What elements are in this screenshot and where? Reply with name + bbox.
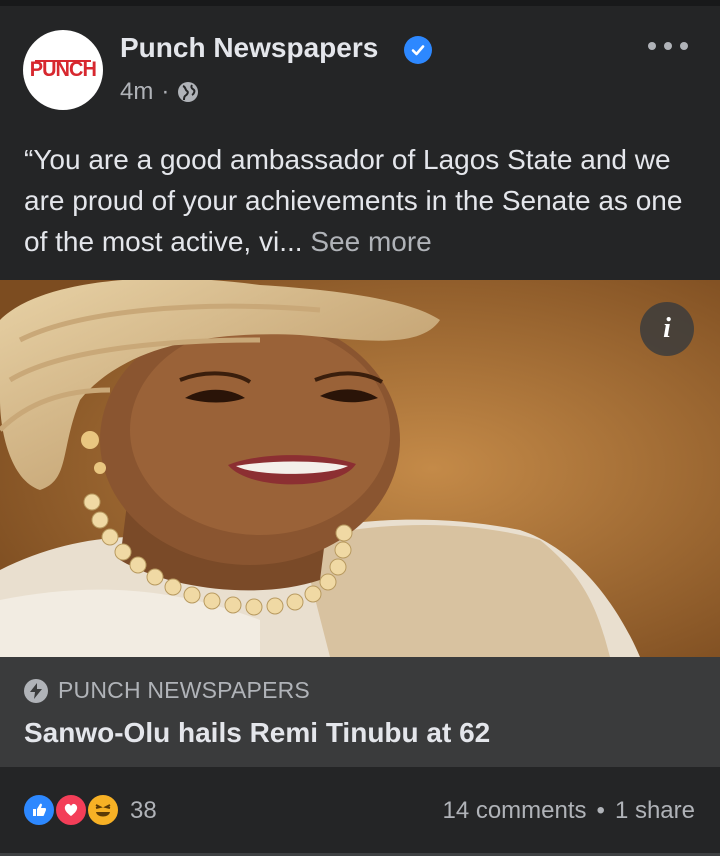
page-avatar[interactable]: PUNCH <box>23 30 103 110</box>
link-source-label: PUNCH NEWSPAPERS <box>58 677 310 703</box>
engagement-summary: 14 comments • 1 share <box>442 797 695 825</box>
reaction-count[interactable]: 38 <box>130 797 157 825</box>
comments-count[interactable]: 14 comments <box>442 797 586 824</box>
reaction-icons[interactable] <box>22 793 126 827</box>
haha-icon <box>86 793 120 827</box>
shares-count[interactable]: 1 share <box>615 797 695 824</box>
verified-badge-icon <box>404 36 432 64</box>
link-source: PUNCH NEWSPAPERS <box>24 677 310 704</box>
see-more-link[interactable]: See more <box>310 226 431 257</box>
punch-logo: PUNCH <box>29 58 97 81</box>
more-dot <box>664 42 672 50</box>
more-dot <box>648 42 656 50</box>
more-options-icon[interactable] <box>648 34 688 58</box>
post-photo[interactable]: i <box>0 280 720 657</box>
post-text: “You are a good ambassador of Lagos Stat… <box>24 139 704 262</box>
post-meta: 4m · <box>120 78 199 106</box>
reactions-bar: 38 14 comments • 1 share <box>0 767 720 856</box>
page-name[interactable]: Punch Newspapers <box>120 32 378 64</box>
post-time[interactable]: 4m <box>120 78 153 106</box>
love-icon <box>54 793 88 827</box>
portrait-illustration <box>0 280 720 657</box>
engagement-bullet: • <box>596 797 605 824</box>
globe-icon <box>177 81 199 103</box>
post-header: PUNCH Punch Newspapers 4m · <box>0 6 720 116</box>
meta-separator: · <box>161 78 170 105</box>
more-dot <box>680 42 688 50</box>
link-headline[interactable]: Sanwo-Olu hails Remi Tinubu at 62 <box>24 717 490 749</box>
info-icon[interactable]: i <box>640 302 694 356</box>
link-preview-card[interactable]: PUNCH NEWSPAPERS Sanwo-Olu hails Remi Ti… <box>0 657 720 767</box>
instant-article-bolt-icon <box>24 678 48 703</box>
like-icon <box>22 793 56 827</box>
